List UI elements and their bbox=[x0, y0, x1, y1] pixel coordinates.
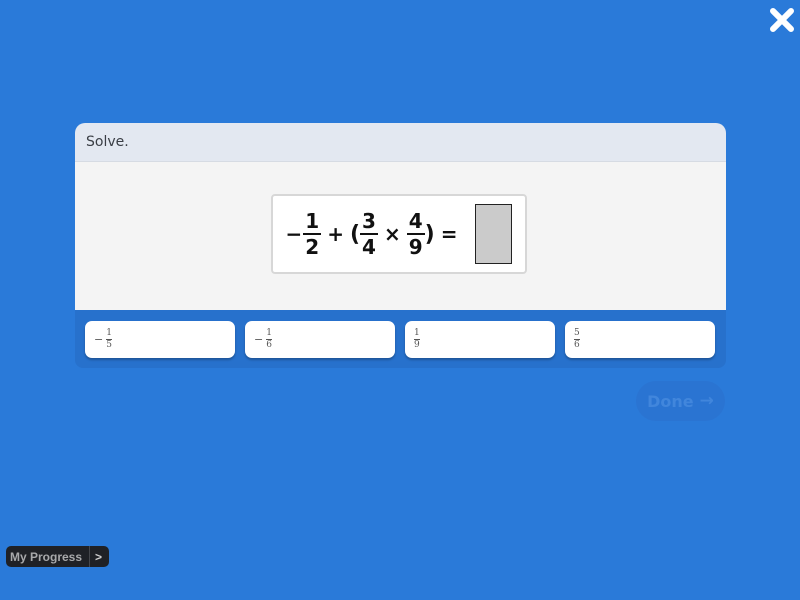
numerator: 3 bbox=[362, 209, 376, 233]
my-progress-label: My Progress bbox=[10, 549, 83, 564]
chevron-right-icon: > bbox=[95, 549, 103, 564]
close-button[interactable] bbox=[768, 6, 796, 34]
question-body: − 1 2 + ( 3 4 × 4 9 ) = bbox=[75, 162, 726, 311]
open-paren: ( bbox=[349, 221, 361, 247]
done-button[interactable]: Done → bbox=[636, 381, 725, 421]
answer-choices-tray: − 1 5 − 1 6 1 9 5 6 bbox=[75, 310, 726, 368]
choice-fraction: 5 6 bbox=[574, 329, 580, 350]
denominator: 9 bbox=[414, 340, 420, 350]
equation: − 1 2 + ( 3 4 × 4 9 ) = bbox=[271, 194, 527, 274]
numerator: 1 bbox=[305, 209, 320, 233]
equals-sign: = bbox=[440, 222, 458, 246]
numerator: 1 bbox=[414, 328, 420, 338]
answer-choice-4[interactable]: 5 6 bbox=[565, 321, 715, 358]
denominator: 4 bbox=[362, 235, 376, 259]
choice-fraction: 1 6 bbox=[266, 329, 272, 350]
answer-choice-2[interactable]: − 1 6 bbox=[245, 321, 395, 358]
answer-choice-1[interactable]: − 1 5 bbox=[85, 321, 235, 358]
choice-fraction: 1 5 bbox=[106, 329, 112, 350]
denominator: 6 bbox=[266, 340, 272, 350]
numerator: 1 bbox=[106, 328, 112, 338]
arrow-right-icon: → bbox=[699, 391, 714, 411]
denominator: 6 bbox=[574, 340, 580, 350]
denominator: 9 bbox=[408, 235, 423, 259]
fraction-term1: 1 2 bbox=[303, 209, 322, 259]
fraction-term2: 3 4 bbox=[360, 211, 378, 257]
answer-drop-slot[interactable] bbox=[475, 204, 513, 264]
numerator: 1 bbox=[266, 328, 272, 338]
done-label: Done bbox=[647, 391, 694, 411]
denominator: 5 bbox=[106, 340, 112, 350]
choice-fraction: 1 9 bbox=[414, 329, 420, 350]
question-header: Solve. bbox=[75, 123, 726, 162]
numerator: 4 bbox=[408, 209, 423, 233]
fraction-term3: 4 9 bbox=[406, 209, 425, 259]
choice-sign: − bbox=[254, 333, 264, 346]
plus-operator: + bbox=[327, 222, 344, 246]
choice-sign: − bbox=[94, 333, 104, 346]
answer-choice-3[interactable]: 1 9 bbox=[405, 321, 555, 358]
denominator: 2 bbox=[305, 235, 320, 259]
close-paren: ) bbox=[424, 221, 435, 247]
question-prompt: Solve. bbox=[86, 134, 129, 150]
numerator: 5 bbox=[574, 328, 580, 338]
my-progress-button[interactable]: My Progress > bbox=[6, 546, 110, 567]
question-card: Solve. − 1 2 + ( 3 4 × 4 9 ) = bbox=[75, 123, 726, 311]
term1-sign: − bbox=[285, 222, 303, 246]
times-operator: × bbox=[383, 222, 401, 246]
close-icon bbox=[770, 8, 794, 32]
